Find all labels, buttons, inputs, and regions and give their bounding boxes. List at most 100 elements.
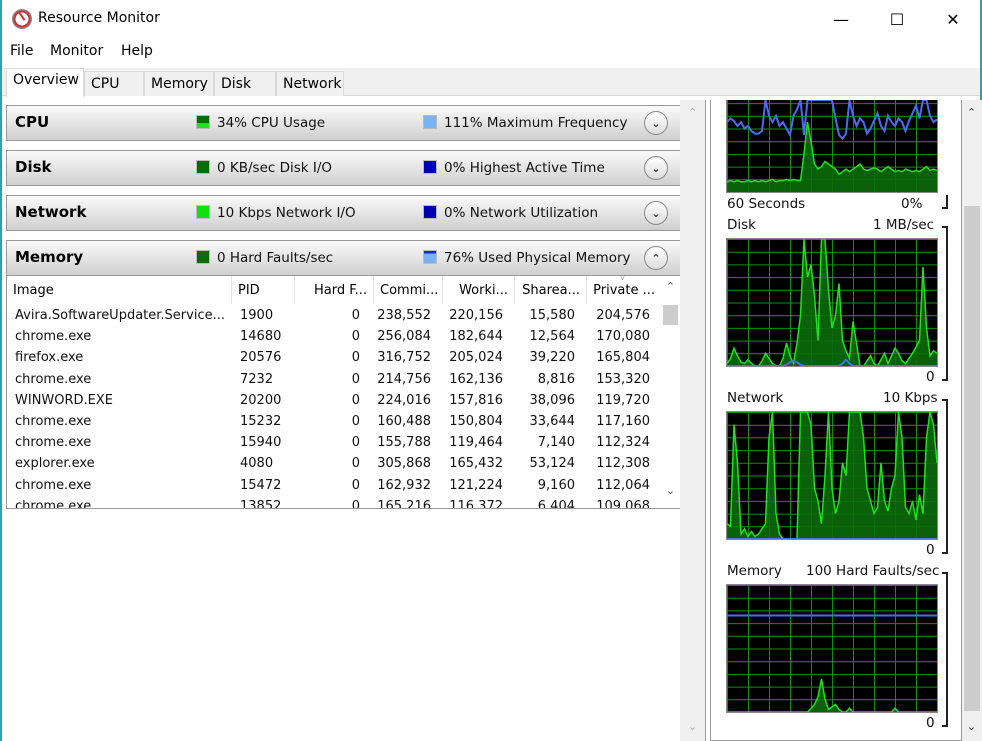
- overview-sections-pane: CPU 34% CPU Usage 111% Maximum Frequency…: [4, 100, 681, 741]
- network-io-indicator-icon: [196, 205, 210, 219]
- network-utilization-text: 0% Network Utilization: [444, 205, 599, 221]
- column-header-working-set[interactable]: Worki...: [443, 276, 515, 304]
- tab-cpu[interactable]: CPU: [84, 71, 144, 96]
- memory-graph-scale: 100 Hard Faults/sec: [806, 563, 940, 579]
- network-section-header[interactable]: Network 10 Kbps Network I/O 0% Network U…: [6, 195, 681, 231]
- max-frequency-indicator-icon: [423, 115, 437, 129]
- network-section-title: Network: [15, 203, 87, 221]
- scroll-up-icon[interactable]: ⌃: [962, 106, 981, 119]
- minimize-button[interactable]: —: [818, 0, 864, 38]
- cell-image: chrome.exe: [15, 414, 92, 429]
- memory-graph-min-label: 0: [926, 715, 935, 731]
- cell-working-set: 150,804: [449, 414, 503, 429]
- hard-faults-text: 0 Hard Faults/sec: [217, 250, 334, 266]
- table-scrollbar[interactable]: ⌃ ⌄: [661, 276, 680, 508]
- table-row[interactable]: firefox.exe 20576 0 316,752 205,024 39,220 165…: [7, 348, 662, 369]
- close-button[interactable]: ✕: [930, 0, 976, 38]
- menu-help[interactable]: Help: [121, 43, 153, 59]
- column-header-hard-faults[interactable]: Hard F...: [295, 276, 374, 304]
- table-row[interactable]: explorer.exe 4080 0 305,868 165,432 53,124 112…: [7, 454, 662, 475]
- cell-image: Avira.SoftwareUpdater.Service...: [15, 308, 225, 323]
- table-row[interactable]: chrome.exe 7232 0 214,756 162,136 8,816 153,32…: [7, 370, 662, 391]
- maximize-button[interactable]: ☐: [874, 0, 920, 38]
- cell-private: 112,064: [596, 477, 650, 493]
- cell-pid: 7232: [240, 371, 274, 387]
- cell-hard-faults: 0: [351, 392, 360, 408]
- network-graph-scale: 10 Kbps: [883, 390, 938, 406]
- cell-private: 117,160: [596, 414, 650, 429]
- memory-section-header[interactable]: Memory 0 Hard Faults/sec 76% Used Physic…: [6, 240, 681, 276]
- network-graph-min-label: 0: [926, 542, 935, 558]
- column-header-pid[interactable]: PID: [232, 276, 295, 304]
- cell-working-set: 157,816: [449, 392, 503, 408]
- memory-graph-title: Memory: [727, 563, 782, 579]
- cell-working-set: 182,644: [449, 329, 503, 345]
- scroll-down-icon[interactable]: ⌄: [661, 484, 680, 497]
- cpu-graph-min-label: 0%: [901, 196, 923, 212]
- scroll-down-icon[interactable]: ⌄: [962, 720, 981, 733]
- cell-commit: 162,932: [377, 477, 431, 493]
- cell-working-set: 165,432: [449, 456, 503, 472]
- expand-chevron-icon[interactable]: ⌄: [644, 201, 668, 225]
- cell-private: 170,080: [596, 329, 650, 345]
- memory-graph: [726, 584, 938, 713]
- scrollbar-thumb[interactable]: [964, 206, 980, 711]
- cell-commit: 256,084: [377, 329, 431, 345]
- cell-working-set: 121,224: [449, 477, 503, 493]
- disk-graph-title: Disk: [727, 217, 756, 233]
- scroll-up-icon[interactable]: ⌃: [661, 280, 680, 293]
- tab-disk[interactable]: Disk: [214, 71, 276, 96]
- table-row[interactable]: WINWORD.EXE 20200 0 224,016 157,816 38,096 119…: [7, 391, 662, 412]
- cell-private: 165,804: [596, 350, 650, 366]
- network-graph-title: Network: [727, 390, 784, 406]
- cpu-section-header[interactable]: CPU 34% CPU Usage 111% Maximum Frequency…: [6, 105, 681, 141]
- cell-shareable: 53,124: [529, 456, 576, 472]
- table-row[interactable]: chrome.exe 15940 0 155,788 119,464 7,140 112,3…: [7, 433, 662, 454]
- network-utilization-indicator-icon: [423, 205, 437, 219]
- disk-section-header[interactable]: Disk 0 KB/sec Disk I/O 0% Highest Active…: [6, 150, 681, 186]
- scrollbar-thumb[interactable]: [663, 305, 678, 325]
- cell-hard-faults: 0: [351, 371, 360, 387]
- table-row[interactable]: chrome.exe 15232 0 160,488 150,804 33,644 117,…: [7, 412, 662, 433]
- memory-process-table: Image PID Hard F... Commi... Worki... Sh…: [6, 276, 681, 509]
- column-header-shareable[interactable]: Sharea...: [515, 276, 587, 304]
- menu-monitor[interactable]: Monitor: [50, 43, 103, 59]
- graphs-scrollbar[interactable]: ⌃ ⌄: [962, 100, 982, 741]
- scroll-up-icon[interactable]: ⌃: [683, 106, 702, 119]
- hard-faults-indicator-icon: [196, 250, 210, 264]
- cell-hard-faults: 0: [351, 456, 360, 472]
- menu-file[interactable]: File: [10, 43, 33, 59]
- table-row[interactable]: chrome.exe 13852 0 165,216 116,372 6,404 109,0…: [7, 497, 662, 509]
- table-row[interactable]: chrome.exe 14680 0 256,084 182,644 12,564 170,…: [7, 327, 662, 348]
- scroll-down-icon[interactable]: ⌄: [683, 720, 702, 733]
- cell-hard-faults: 0: [351, 498, 360, 509]
- cell-shareable: 38,096: [529, 392, 576, 408]
- cell-pid: 15232: [240, 414, 282, 429]
- cell-commit: 165,216: [377, 498, 431, 509]
- cpu-graph-time-label: 60 Seconds: [727, 196, 806, 212]
- cell-private: 109,068: [596, 498, 650, 509]
- sections-scrollbar[interactable]: ⌃ ⌄: [680, 100, 706, 741]
- used-memory-indicator-icon: [423, 250, 437, 264]
- tab-network[interactable]: Network: [276, 71, 344, 96]
- disk-graph-scale: 1 MB/sec: [873, 217, 935, 233]
- cell-commit: 316,752: [377, 350, 431, 366]
- cell-image: chrome.exe: [15, 435, 92, 451]
- collapse-chevron-icon[interactable]: ⌃: [644, 246, 668, 270]
- column-header-image[interactable]: Image: [7, 276, 232, 304]
- cell-hard-faults: 0: [351, 477, 360, 493]
- cpu-section-title: CPU: [15, 113, 50, 131]
- tab-memory[interactable]: Memory: [144, 71, 214, 96]
- tab-overview[interactable]: Overview: [6, 68, 84, 97]
- column-header-commit[interactable]: Commi...: [374, 276, 443, 304]
- disk-graph: [726, 238, 938, 367]
- table-row[interactable]: Avira.SoftwareUpdater.Service... 1900 0 238…: [7, 306, 662, 327]
- resource-monitor-icon: [12, 9, 32, 29]
- table-row[interactable]: chrome.exe 15472 0 162,932 121,224 9,160 112,0…: [7, 476, 662, 497]
- cell-shareable: 9,160: [537, 477, 575, 493]
- used-memory-text: 76% Used Physical Memory: [444, 250, 631, 266]
- expand-chevron-icon[interactable]: ⌄: [644, 156, 668, 180]
- active-time-text: 0% Highest Active Time: [444, 160, 605, 176]
- network-io-text: 10 Kbps Network I/O: [217, 205, 356, 221]
- expand-chevron-icon[interactable]: ⌄: [644, 111, 668, 135]
